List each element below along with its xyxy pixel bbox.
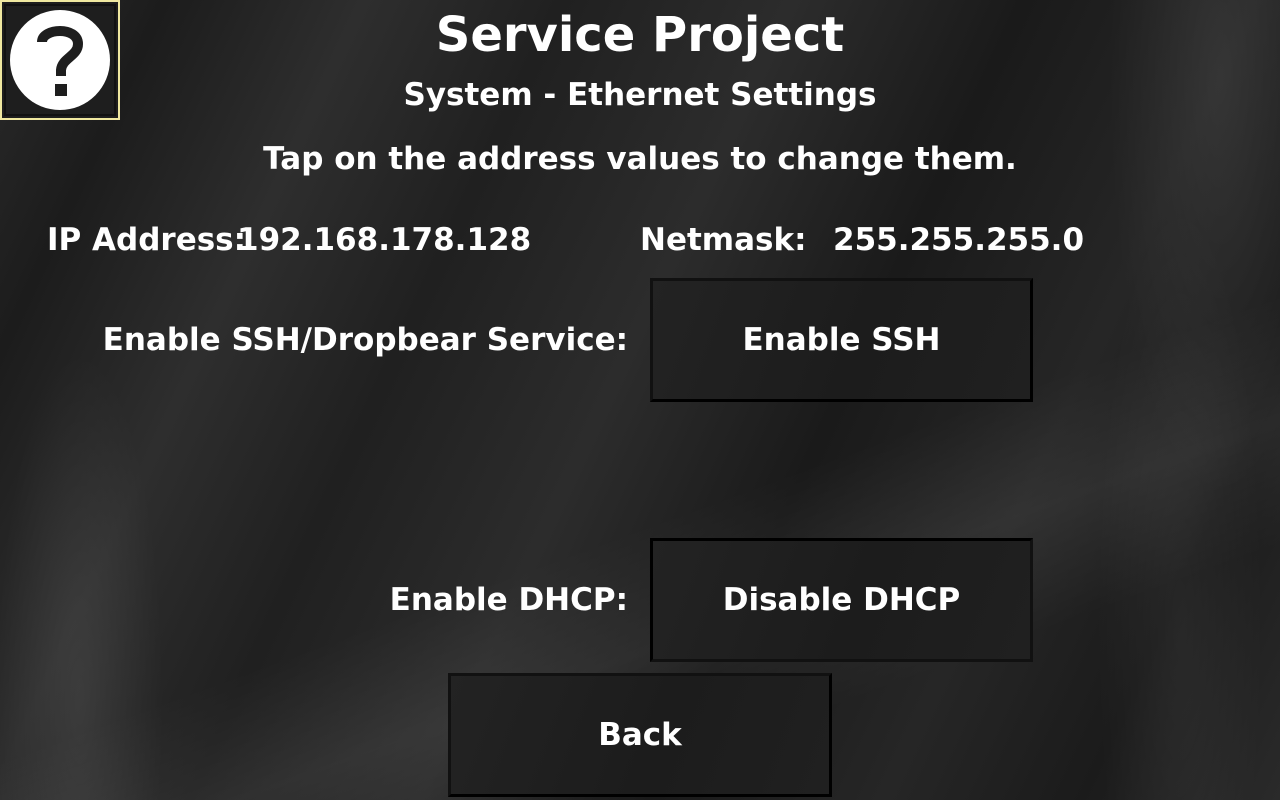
- page-subtitle: System - Ethernet Settings: [403, 77, 877, 113]
- enable-ssh-button-label: Enable SSH: [742, 322, 941, 358]
- disable-dhcp-button[interactable]: Disable DHCP: [650, 538, 1033, 662]
- back-button-label: Back: [598, 717, 682, 753]
- netmask-value[interactable]: 255.255.255.0: [833, 221, 1084, 259]
- ssh-service-label: Enable SSH/Dropbear Service:: [102, 322, 628, 358]
- page-title: Service Project: [435, 7, 845, 63]
- disable-dhcp-button-label: Disable DHCP: [722, 582, 961, 618]
- dhcp-label: Enable DHCP:: [389, 582, 628, 618]
- back-button[interactable]: Back: [448, 673, 832, 797]
- ip-address-label: IP Address:: [47, 222, 247, 258]
- instruction-text: Tap on the address values to change them…: [263, 141, 1017, 177]
- ip-address-value[interactable]: 192.168.178.128: [237, 221, 531, 259]
- netmask-label: Netmask:: [640, 222, 807, 258]
- enable-ssh-button[interactable]: Enable SSH: [650, 278, 1033, 402]
